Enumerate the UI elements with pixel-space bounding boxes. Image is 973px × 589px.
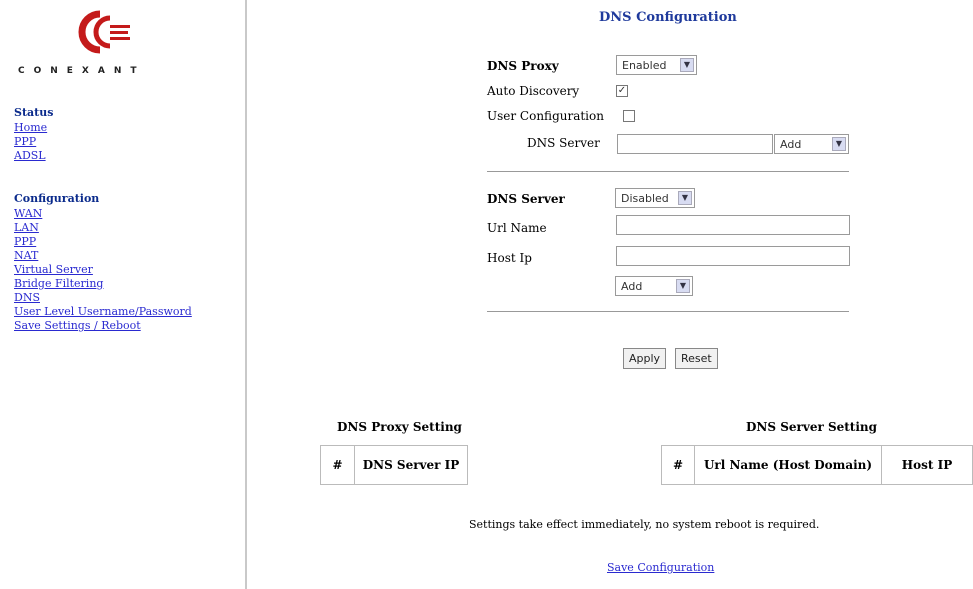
user-configuration-checkbox[interactable] [623,110,635,122]
nav-link-save-reboot[interactable]: Save Settings / Reboot [14,319,141,332]
configuration-heading: Configuration [14,192,100,205]
dns-server-setting-title: DNS Server Setting [746,420,878,434]
dns-proxy-value: Enabled [622,59,667,72]
table-header-url-name: Url Name (Host Domain) [695,446,882,484]
auto-discovery-checkbox[interactable]: ✓ [616,85,628,97]
nav-link-lan[interactable]: LAN [14,221,39,234]
proxy-action-value: Add [780,138,802,151]
nav-link-nat[interactable]: NAT [14,249,38,262]
dns-server-label: DNS Server [487,192,565,206]
divider [487,311,849,312]
nav-link-adsl[interactable]: ADSL [14,149,46,162]
page-title: DNS Configuration [599,10,737,25]
nav-link-ppp-config[interactable]: PPP [14,235,36,248]
server-action-select[interactable]: Add ▼ [615,276,693,296]
url-name-input[interactable] [616,215,850,235]
dns-proxy-setting-title: DNS Proxy Setting [337,420,462,434]
dns-server-select[interactable]: Disabled ▼ [615,188,695,208]
sidebar: CONEXANT Status Home PPP ADSL Configurat… [0,0,247,589]
nav-link-ppp-status[interactable]: PPP [14,135,36,148]
server-action-value: Add [621,280,643,293]
reboot-note: Settings take effect immediately, no sys… [469,518,820,531]
brand-wordmark: CONEXANT [18,66,146,76]
apply-button[interactable]: Apply [623,348,667,369]
user-configuration-label: User Configuration [487,109,604,123]
host-ip-label: Host Ip [487,251,532,265]
chevron-down-icon: ▼ [676,279,690,293]
host-ip-input[interactable] [616,246,850,266]
main-content: DNS Configuration DNS Proxy Enabled ▼ Au… [249,0,973,589]
proxy-dns-server-label: DNS Server [527,136,600,150]
dns-proxy-label: DNS Proxy [487,59,559,73]
chevron-down-icon: ▼ [680,58,694,72]
conexant-logo-icon [78,10,130,54]
proxy-dns-server-input[interactable] [617,134,773,154]
dns-proxy-table: # DNS Server IP [320,445,468,485]
nav-link-user-password[interactable]: User Level Username/Password [14,305,192,318]
url-name-header-text: Url Name (Host Domain) [703,458,873,472]
dns-server-table: # Url Name (Host Domain) Host IP [661,445,973,485]
reset-button[interactable]: Reset [675,348,718,369]
proxy-action-select[interactable]: Add ▼ [774,134,849,154]
auto-discovery-label: Auto Discovery [487,84,580,98]
dns-server-value: Disabled [621,192,669,205]
dns-proxy-select[interactable]: Enabled ▼ [616,55,697,75]
save-configuration-link[interactable]: Save Configuration [607,561,714,574]
nav-link-dns[interactable]: DNS [14,291,40,304]
table-header-index: # [662,446,695,484]
table-header-index: # [321,446,355,484]
nav-link-wan[interactable]: WAN [14,207,42,220]
table-header-dns-server-ip: DNS Server IP [362,458,460,472]
divider [487,171,849,172]
chevron-down-icon: ▼ [832,137,846,151]
checkmark-icon: ✓ [617,85,627,96]
nav-link-virtual-server[interactable]: Virtual Server [14,263,93,276]
url-name-label: Url Name [487,221,547,235]
status-heading: Status [14,106,54,119]
chevron-down-icon: ▼ [678,191,692,205]
nav-link-bridge-filtering[interactable]: Bridge Filtering [14,277,103,290]
table-header-host-ip: Host IP [901,458,953,472]
nav-link-home[interactable]: Home [14,121,47,134]
